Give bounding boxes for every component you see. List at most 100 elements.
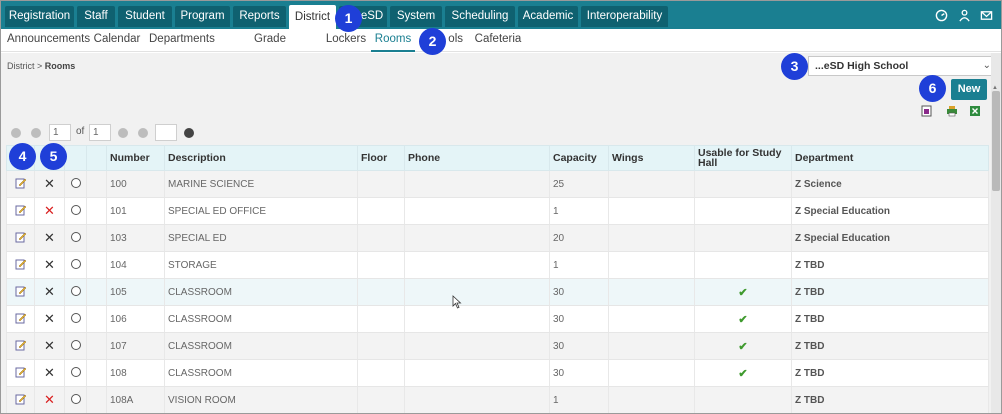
page-number-input[interactable]: 1	[49, 124, 71, 141]
tab-district[interactable]: District	[289, 5, 336, 29]
edit-icon[interactable]	[15, 258, 27, 270]
header-department[interactable]: Department	[791, 145, 989, 171]
header-capacity[interactable]: Capacity	[549, 145, 609, 171]
wings-cell	[608, 386, 695, 413]
subtab-cafeteria[interactable]: Cafeteria	[473, 29, 523, 52]
edit-icon[interactable]	[15, 312, 27, 324]
refresh-icon[interactable]	[184, 128, 194, 138]
subtab-departments[interactable]: Departments	[149, 29, 215, 52]
row-radio[interactable]	[70, 204, 81, 215]
study-hall-cell: ✔	[694, 359, 792, 387]
tab-reports[interactable]: Reports	[233, 6, 286, 27]
vertical-scrollbar[interactable]: ▲	[991, 53, 1001, 413]
delete-icon[interactable]: ✕	[44, 392, 55, 407]
header-study-hall[interactable]: Usable for Study Hall	[694, 145, 792, 171]
header-wings[interactable]: Wings	[608, 145, 695, 171]
tab-scheduling[interactable]: Scheduling	[445, 6, 515, 27]
edit-icon[interactable]	[15, 393, 27, 405]
subtab-lockers[interactable]: Lockers	[325, 29, 367, 52]
sub-nav: Announcements Calendar Departments Grade…	[1, 29, 1001, 66]
edit-icon[interactable]	[15, 177, 27, 189]
pager-of-label: of	[76, 126, 85, 137]
tab-interoperability[interactable]: Interoperability	[581, 6, 668, 27]
row-radio[interactable]	[70, 231, 81, 242]
excel-export-icon[interactable]	[969, 105, 981, 117]
header-phone[interactable]: Phone	[404, 145, 550, 171]
capacity-cell: 20	[549, 224, 609, 252]
number-cell: 100	[106, 170, 165, 198]
user-icon[interactable]	[958, 9, 971, 22]
edit-cell	[6, 332, 35, 360]
delete-icon[interactable]: ✕	[44, 284, 55, 299]
last-page-icon[interactable]	[138, 128, 148, 138]
row-radio[interactable]	[70, 339, 81, 350]
header-number[interactable]: Number	[106, 145, 165, 171]
study-hall-cell	[694, 224, 792, 252]
phone-cell	[404, 305, 550, 333]
edit-icon[interactable]	[15, 231, 27, 243]
delete-icon[interactable]: ✕	[44, 230, 55, 245]
new-button[interactable]: New	[951, 79, 987, 100]
header-description[interactable]: Description	[164, 145, 358, 171]
callout-5: 5	[40, 143, 67, 170]
tab-program[interactable]: Program	[175, 6, 230, 27]
table-row[interactable]: ✕ 105 CLASSROOM 30 ✔ Z TBD	[6, 278, 989, 306]
pdf-export-icon[interactable]	[921, 105, 933, 117]
callout-6: 6	[919, 75, 946, 102]
print-icon[interactable]	[946, 105, 958, 117]
subtab-grade-advancement[interactable]: Grade Advancement	[221, 29, 319, 66]
subtab-announcements[interactable]: Announcements	[7, 29, 90, 52]
subtab-calendar[interactable]: Calendar	[93, 29, 141, 52]
table-row[interactable]: ✕ 108 CLASSROOM 30 ✔ Z TBD	[6, 359, 989, 387]
delete-cell: ✕	[34, 359, 65, 387]
edit-cell	[6, 170, 35, 198]
department-cell: Z TBD	[791, 278, 989, 306]
tab-student[interactable]: Student	[118, 6, 172, 27]
header-select	[64, 145, 87, 171]
edit-icon[interactable]	[15, 366, 27, 378]
table-row[interactable]: ✕ 107 CLASSROOM 30 ✔ Z TBD	[6, 332, 989, 360]
tab-staff[interactable]: Staff	[77, 6, 115, 27]
table-row[interactable]: ✕ 106 CLASSROOM 30 ✔ Z TBD	[6, 305, 989, 333]
next-page-icon[interactable]	[118, 128, 128, 138]
table-row[interactable]: ✕ 103 SPECIAL ED 20 Z Special Education	[6, 224, 989, 252]
blank-cell	[86, 305, 107, 333]
breadcrumb-root[interactable]: District	[7, 61, 35, 71]
row-radio[interactable]	[70, 393, 81, 404]
first-page-icon[interactable]	[11, 128, 21, 138]
row-radio[interactable]	[70, 258, 81, 269]
capacity-cell: 30	[549, 332, 609, 360]
scrollbar-thumb[interactable]	[992, 91, 1000, 191]
tab-academic[interactable]: Academic	[518, 6, 578, 27]
tab-registration[interactable]: Registration	[5, 6, 74, 27]
delete-icon[interactable]: ✕	[44, 257, 55, 272]
mail-icon[interactable]	[980, 9, 993, 22]
row-radio[interactable]	[70, 285, 81, 296]
row-radio[interactable]	[70, 366, 81, 377]
edit-icon[interactable]	[15, 339, 27, 351]
delete-icon[interactable]: ✕	[44, 365, 55, 380]
row-radio[interactable]	[70, 312, 81, 323]
delete-cell: ✕	[34, 278, 65, 306]
subtab-rooms[interactable]: Rooms	[371, 29, 415, 52]
edit-icon[interactable]	[15, 285, 27, 297]
table-row[interactable]: ✕ 100 MARINE SCIENCE 25 Z Science	[6, 170, 989, 198]
tab-system[interactable]: System	[390, 6, 442, 27]
prev-page-icon[interactable]	[31, 128, 41, 138]
page-size-input[interactable]	[155, 124, 177, 141]
department-cell: Z Special Education	[791, 197, 989, 225]
delete-icon[interactable]: ✕	[44, 176, 55, 191]
speedometer-icon[interactable]	[935, 9, 948, 22]
delete-icon[interactable]: ✕	[44, 203, 55, 218]
edit-cell	[6, 386, 35, 413]
header-floor[interactable]: Floor	[357, 145, 405, 171]
delete-icon[interactable]: ✕	[44, 338, 55, 353]
school-select[interactable]: ...eSD High School ⌄	[808, 56, 998, 76]
table-row[interactable]: ✕ 104 STORAGE 1 Z TBD	[6, 251, 989, 279]
table-row[interactable]: ✕ 101 SPECIAL ED OFFICE 1 Z Special Educatio…	[6, 197, 989, 225]
row-radio[interactable]	[70, 177, 81, 188]
edit-icon[interactable]	[15, 204, 27, 216]
table-row[interactable]: ✕ 108A VISION ROOM 1 Z TBD	[6, 386, 989, 413]
delete-icon[interactable]: ✕	[44, 311, 55, 326]
phone-cell	[404, 197, 550, 225]
